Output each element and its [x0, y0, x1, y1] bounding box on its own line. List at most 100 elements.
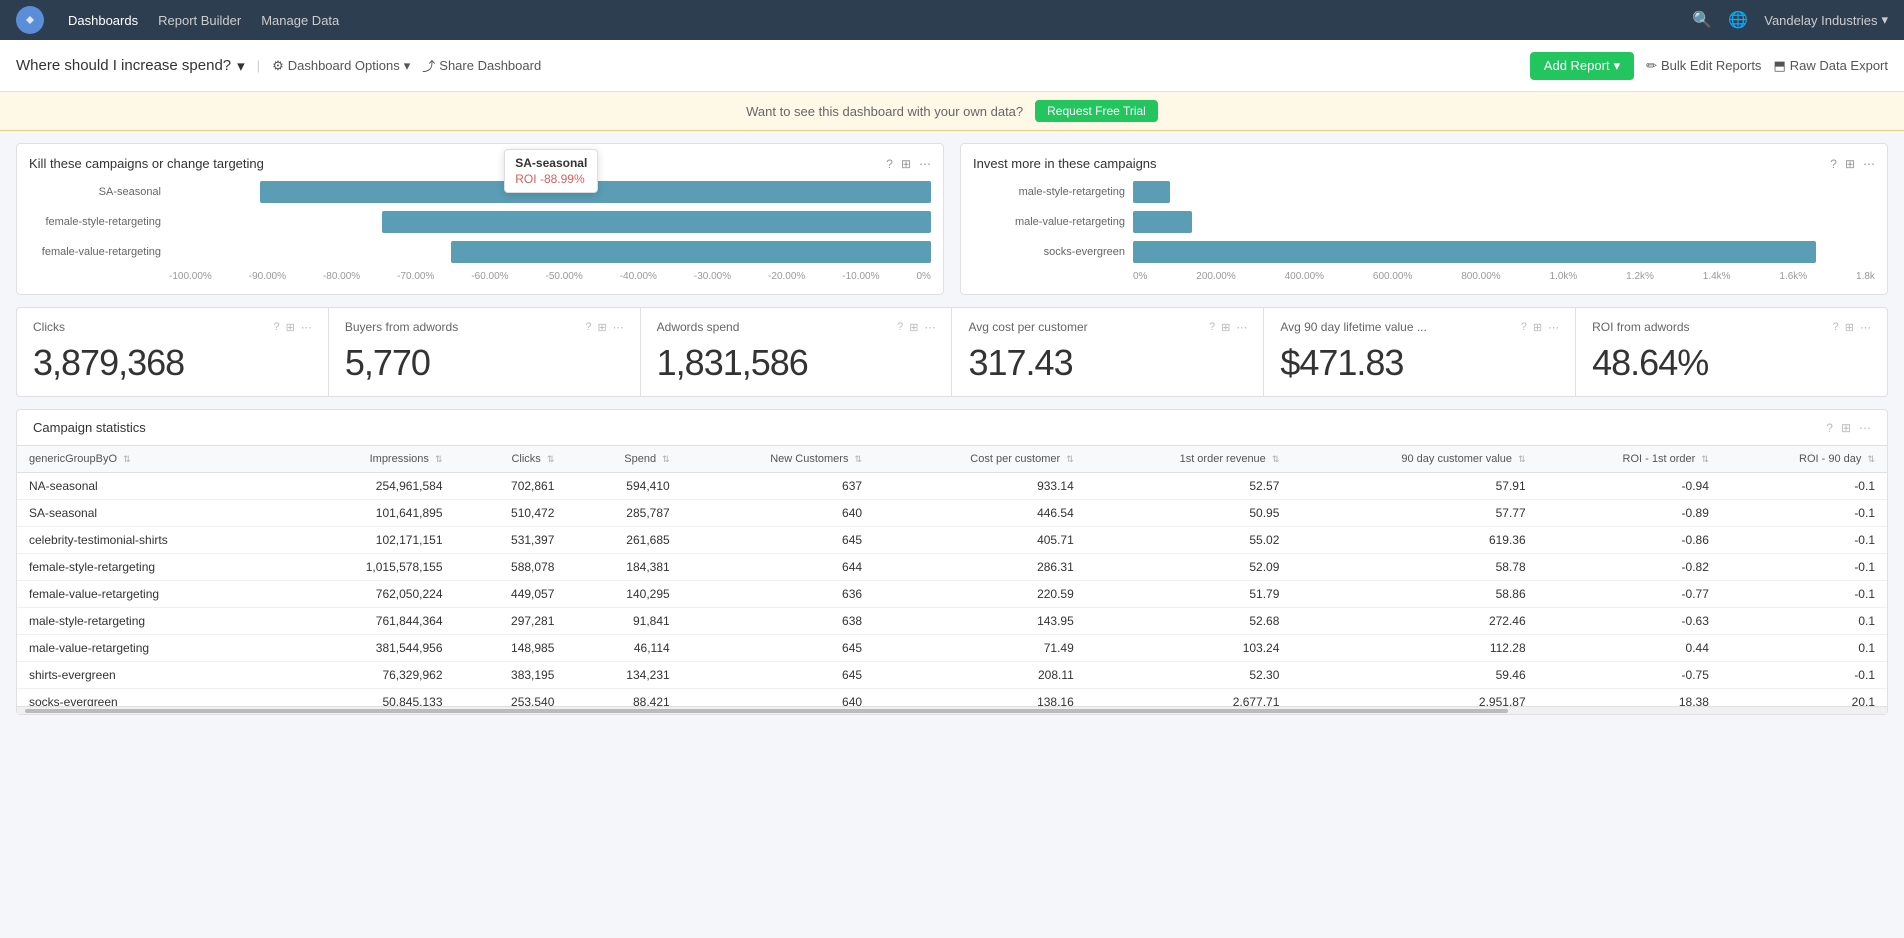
table-cell: 91,841: [566, 608, 681, 635]
kpi-settings-0[interactable]: ⊞: [286, 321, 295, 334]
stats-info-icon[interactable]: ?: [1826, 421, 1833, 435]
horizontal-scrollbar[interactable]: [17, 706, 1887, 714]
left-chart-title: Kill these campaigns or change targeting…: [29, 156, 931, 171]
kpi-settings-3[interactable]: ⊞: [1221, 321, 1230, 334]
kpi-settings-1[interactable]: ⊞: [597, 321, 606, 334]
sort-icon-6: ⇅: [1272, 454, 1280, 464]
col-roi-1st-order[interactable]: ROI - 1st order ⇅: [1538, 446, 1721, 473]
nav-dashboards[interactable]: Dashboards: [68, 13, 138, 28]
col-campaign[interactable]: genericGroupByO ⇅: [17, 446, 287, 473]
table-cell: 50,845,133: [287, 689, 454, 707]
col-roi-90-day[interactable]: ROI - 90 day ⇅: [1721, 446, 1887, 473]
bar-row-2: female-value-retargeting: [29, 241, 931, 263]
info-icon[interactable]: ?: [886, 157, 893, 171]
sort-icon-1: ⇅: [435, 454, 443, 464]
table-cell: 88,421: [566, 689, 681, 707]
table-cell: NA-seasonal: [17, 473, 287, 500]
right-chart-title: Invest more in these campaigns ? ⊞ ⋯: [973, 156, 1875, 171]
table-cell: 640: [682, 689, 874, 707]
kpi-info-0[interactable]: ?: [273, 321, 279, 334]
table-cell: female-style-retargeting: [17, 554, 287, 581]
settings-icon[interactable]: ⊞: [901, 157, 911, 171]
sub-navigation: Where should I increase spend? ▾ | ⚙ Das…: [0, 40, 1904, 92]
col-impressions[interactable]: Impressions ⇅: [287, 446, 454, 473]
kpi-settings-4[interactable]: ⊞: [1533, 321, 1542, 334]
table-cell: 2,951.87: [1291, 689, 1537, 707]
table-cell: 18.38: [1538, 689, 1721, 707]
table-cell: 112.28: [1291, 635, 1537, 662]
table-cell: 59.46: [1291, 662, 1537, 689]
col-90-day-value[interactable]: 90 day customer value ⇅: [1291, 446, 1537, 473]
kpi-roi-header: ROI from adwords ? ⊞ ⋯: [1592, 320, 1871, 334]
more-icon-r[interactable]: ⋯: [1863, 157, 1875, 171]
dashboard-options-btn[interactable]: ⚙ Dashboard Options ▾: [272, 58, 410, 74]
kpi-settings-2[interactable]: ⊞: [909, 321, 918, 334]
col-1st-order-revenue[interactable]: 1st order revenue ⇅: [1086, 446, 1292, 473]
col-cost-per-customer[interactable]: Cost per customer ⇅: [874, 446, 1086, 473]
table-cell: 594,410: [566, 473, 681, 500]
sort-icon-7: ⇅: [1518, 454, 1526, 464]
right-bar-fill-2: [1133, 241, 1816, 263]
kpi-info-2[interactable]: ?: [897, 321, 903, 334]
table-row: female-value-retargeting762,050,224449,0…: [17, 581, 1887, 608]
table-cell: 638: [682, 608, 874, 635]
globe-icon[interactable]: 🌐: [1728, 10, 1748, 30]
kpi-buyers: Buyers from adwords ? ⊞ ⋯ 5,770: [329, 308, 641, 396]
stats-table-container[interactable]: genericGroupByO ⇅ Impressions ⇅ Clicks ⇅: [17, 446, 1887, 706]
table-cell: 140,295: [566, 581, 681, 608]
table-cell: SA-seasonal: [17, 500, 287, 527]
kpi-info-4[interactable]: ?: [1521, 321, 1527, 334]
raw-data-button[interactable]: ⬒ Raw Data Export: [1773, 58, 1888, 74]
stats-table: genericGroupByO ⇅ Impressions ⇅ Clicks ⇅: [17, 446, 1887, 706]
table-cell: 702,861: [455, 473, 567, 500]
settings-icon-r[interactable]: ⊞: [1845, 157, 1855, 171]
col-clicks[interactable]: Clicks ⇅: [455, 446, 567, 473]
kpi-more-0[interactable]: ⋯: [301, 321, 312, 334]
nav-items: Dashboards Report Builder Manage Data: [68, 13, 339, 28]
search-icon[interactable]: 🔍: [1692, 10, 1712, 30]
app-logo: [16, 6, 44, 34]
kpi-info-1[interactable]: ?: [585, 321, 591, 334]
settings-icon: ⚙: [272, 58, 284, 74]
kpi-info-3[interactable]: ?: [1209, 321, 1215, 334]
bar-fill-2: [451, 241, 931, 263]
table-cell: 52.30: [1086, 662, 1292, 689]
kpi-more-4[interactable]: ⋯: [1548, 321, 1559, 334]
kpi-more-2[interactable]: ⋯: [924, 321, 935, 334]
col-new-customers[interactable]: New Customers ⇅: [682, 446, 874, 473]
table-row: celebrity-testimonial-shirts102,171,1515…: [17, 527, 1887, 554]
table-cell: 52.57: [1086, 473, 1292, 500]
dashboard-title[interactable]: Where should I increase spend? ▾: [16, 57, 245, 75]
bulk-edit-button[interactable]: ✏ Bulk Edit Reports: [1646, 58, 1761, 74]
table-cell: 645: [682, 662, 874, 689]
right-chart-panel: Invest more in these campaigns ? ⊞ ⋯ mal…: [960, 143, 1888, 295]
kpi-more-1[interactable]: ⋯: [613, 321, 624, 334]
company-selector[interactable]: Vandelay Industries ▾: [1764, 12, 1888, 28]
left-chart-icons: ? ⊞ ⋯: [886, 157, 931, 171]
kpi-more-3[interactable]: ⋯: [1236, 321, 1247, 334]
request-trial-button[interactable]: Request Free Trial: [1035, 100, 1158, 122]
nav-manage-data[interactable]: Manage Data: [261, 13, 339, 28]
table-row: NA-seasonal254,961,584702,861594,4106379…: [17, 473, 1887, 500]
info-icon-r[interactable]: ?: [1830, 157, 1837, 171]
table-cell: 253,540: [455, 689, 567, 707]
nav-report-builder[interactable]: Report Builder: [158, 13, 241, 28]
stats-more-icon[interactable]: ⋯: [1859, 421, 1871, 435]
share-dashboard-btn[interactable]: ⤴ Share Dashboard: [422, 56, 541, 75]
kpi-settings-5[interactable]: ⊞: [1845, 321, 1854, 334]
kpi-more-5[interactable]: ⋯: [1860, 321, 1871, 334]
bar-fill-0: [260, 181, 931, 203]
stats-header-icons: ? ⊞ ⋯: [1826, 421, 1871, 435]
stats-header-row: genericGroupByO ⇅ Impressions ⇅ Clicks ⇅: [17, 446, 1887, 473]
col-spend[interactable]: Spend ⇅: [566, 446, 681, 473]
stats-panel-header: Campaign statistics ? ⊞ ⋯: [17, 410, 1887, 446]
table-cell: -0.89: [1538, 500, 1721, 527]
kpi-info-5[interactable]: ?: [1833, 321, 1839, 334]
add-report-button[interactable]: Add Report ▾: [1530, 52, 1634, 80]
table-cell: 0.1: [1721, 608, 1887, 635]
top-navigation: Dashboards Report Builder Manage Data 🔍 …: [0, 0, 1904, 40]
stats-settings-icon[interactable]: ⊞: [1841, 421, 1851, 435]
more-icon[interactable]: ⋯: [919, 157, 931, 171]
table-cell: 286.31: [874, 554, 1086, 581]
nav-divider: |: [257, 58, 260, 73]
